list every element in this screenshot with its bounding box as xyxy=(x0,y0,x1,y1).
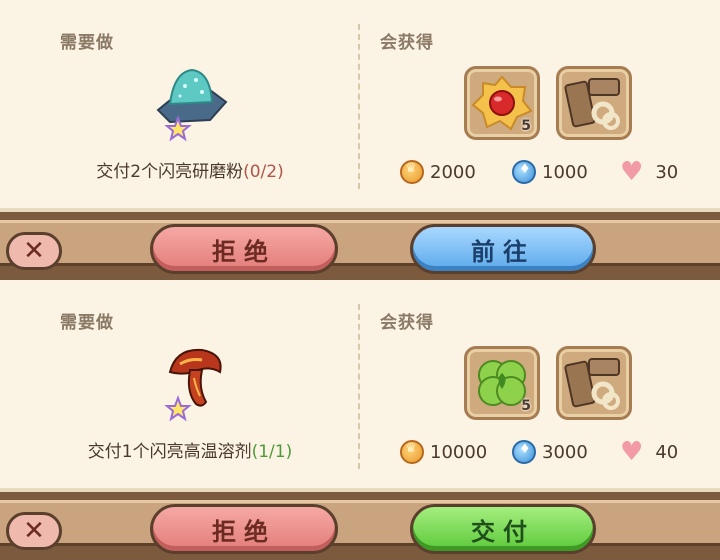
reject-button[interactable]: 拒绝 xyxy=(150,224,338,274)
task-description: 交付2个闪亮研磨粉(0/2) xyxy=(40,157,340,182)
wood-rope-icon xyxy=(564,78,620,130)
task-progress: (1/1) xyxy=(251,442,293,462)
need-title: 需要做 xyxy=(60,313,114,333)
reward-slot-wood[interactable] xyxy=(556,66,632,140)
task-text: 交付1个闪亮高温溶剂 xyxy=(87,442,252,462)
heart-amount: 30 xyxy=(655,161,679,183)
reward-slot-clover-cookie[interactable]: 5 xyxy=(464,346,540,420)
glittery-powder-icon xyxy=(140,62,240,142)
drop-amount: 3000 xyxy=(542,441,588,463)
heart-reward: ♥ 40 xyxy=(620,437,679,467)
coin-icon xyxy=(400,440,424,464)
energy-drop-icon xyxy=(512,160,536,184)
reward-slot-cookie[interactable]: 5 xyxy=(464,66,540,140)
energy-drop-icon xyxy=(512,440,536,464)
close-icon: ✕ xyxy=(23,236,45,266)
drop-reward: 1000 xyxy=(512,160,588,184)
task-progress: (0/2) xyxy=(243,162,284,182)
coin-reward: 2000 xyxy=(400,160,476,184)
close-icon: ✕ xyxy=(23,516,45,546)
need-title: 需要做 xyxy=(60,33,114,53)
heart-icon: ♥ xyxy=(620,157,644,187)
coin-reward: 10000 xyxy=(400,440,487,464)
reward-count: 5 xyxy=(521,118,531,134)
drop-amount: 1000 xyxy=(542,161,588,183)
action-bar xyxy=(0,492,720,560)
drop-reward: 3000 xyxy=(512,440,588,464)
divider xyxy=(358,304,360,469)
reject-button[interactable]: 拒绝 xyxy=(150,504,338,554)
reward-count: 5 xyxy=(521,398,531,414)
divider xyxy=(358,24,360,189)
coin-amount: 10000 xyxy=(430,441,488,463)
reward-title: 会获得 xyxy=(380,313,434,333)
reward-title: 会获得 xyxy=(380,33,434,53)
task-description: 交付1个闪亮高温溶剂(1/1) xyxy=(40,437,340,462)
heart-amount: 40 xyxy=(655,441,679,463)
close-button[interactable]: ✕ xyxy=(6,512,62,550)
heart-reward: ♥ 30 xyxy=(620,157,679,187)
quest-card-2: 需要做 会获得 交付1个闪亮高温溶剂(1/1) 5 ♛ 10000 ♦ 3000… xyxy=(0,280,720,560)
wood-rope-icon xyxy=(564,358,620,410)
deliver-button[interactable]: 交付 xyxy=(410,504,596,554)
action-bar xyxy=(0,212,720,280)
task-text: 交付2个闪亮研磨粉 xyxy=(96,162,244,182)
quest-panel: 需要做 会获得 交付2个闪亮研磨粉(0/2) 5 ♛ 2000 ♦ 1000 ♥… xyxy=(0,0,720,212)
heart-icon: ♥ xyxy=(620,437,644,467)
quest-card-1: 需要做 会获得 交付2个闪亮研磨粉(0/2) 5 ♛ 2000 ♦ 1000 ♥… xyxy=(0,0,720,280)
lava-mushroom-icon xyxy=(140,342,240,422)
go-button[interactable]: 前往 xyxy=(410,224,596,274)
quest-panel: 需要做 会获得 交付1个闪亮高温溶剂(1/1) 5 ♛ 10000 ♦ 3000… xyxy=(0,280,720,492)
coin-amount: 2000 xyxy=(430,161,476,183)
coin-icon xyxy=(400,160,424,184)
action-bar-strip xyxy=(0,500,720,546)
action-bar-strip xyxy=(0,220,720,266)
close-button[interactable]: ✕ xyxy=(6,232,62,270)
reward-slot-wood[interactable] xyxy=(556,346,632,420)
